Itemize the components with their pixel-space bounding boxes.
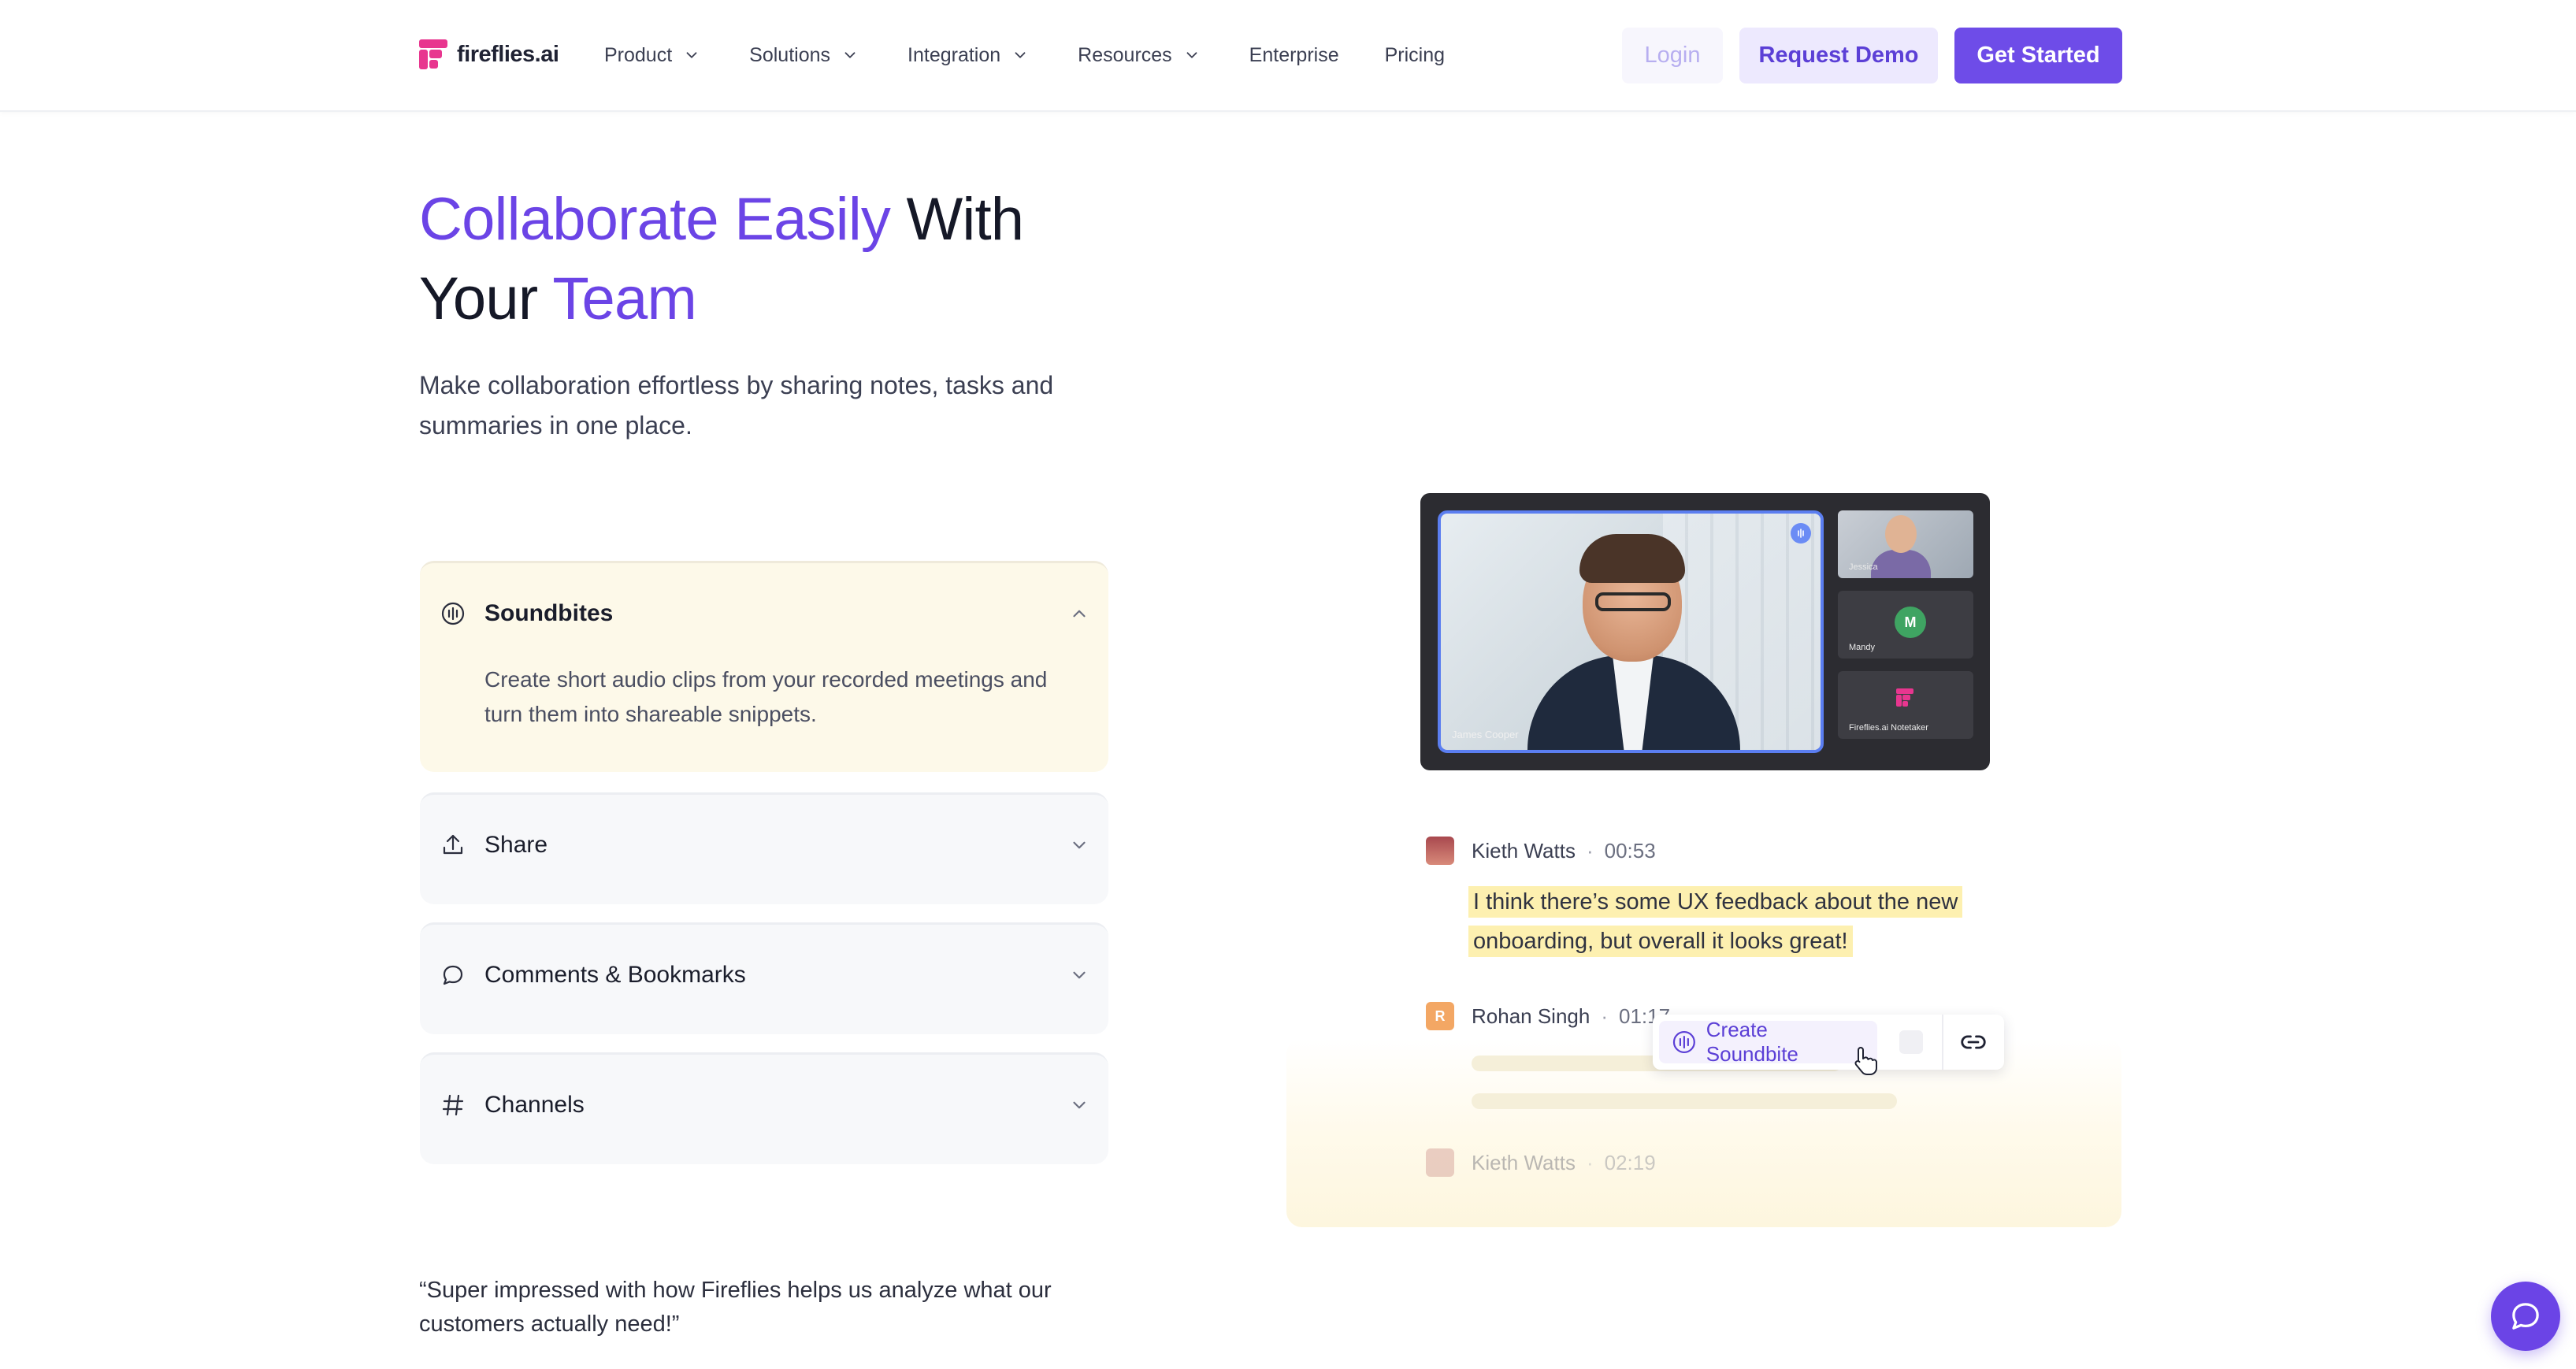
- request-demo-button[interactable]: Request Demo: [1739, 28, 1938, 83]
- toolbar-placeholder: [1899, 1030, 1923, 1054]
- nav-label: Pricing: [1384, 43, 1446, 66]
- feature-share[interactable]: Share: [420, 792, 1108, 904]
- chevron-down-icon: [1186, 52, 1197, 58]
- chevron-down-icon: [1073, 1101, 1086, 1109]
- share-icon: [439, 831, 467, 859]
- nav-integration[interactable]: Integration: [908, 38, 1029, 72]
- avatar: [1426, 1148, 1454, 1177]
- speaker-name: Kieth Watts: [1472, 1150, 1576, 1174]
- hero-title-accent: Team: [552, 265, 696, 332]
- get-started-button[interactable]: Get Started: [1954, 28, 2122, 83]
- feature-title: Comments & Bookmarks: [484, 962, 746, 988]
- nav-solutions[interactable]: Solutions: [749, 38, 859, 72]
- hero-title-text: Your: [419, 265, 553, 332]
- video-call-preview: James Cooper Jessica M Mandy Fireflies.a…: [1420, 493, 1990, 770]
- nav-enterprise[interactable]: Enterprise: [1249, 38, 1339, 72]
- soundbite-icon: [1672, 1030, 1695, 1054]
- chat-widget-button[interactable]: [2491, 1282, 2560, 1351]
- feature-channels[interactable]: Channels: [420, 1052, 1108, 1164]
- chevron-down-icon: [686, 52, 697, 58]
- participant-name: Fireflies.ai Notetaker: [1849, 723, 1928, 733]
- nav-label: Solutions: [749, 43, 831, 66]
- chevron-down-icon: [844, 52, 856, 58]
- create-soundbite-button[interactable]: Create Soundbite: [1659, 1018, 1877, 1066]
- hero-title-text: With: [890, 186, 1024, 253]
- participant-name: Jessica: [1849, 562, 1878, 572]
- brand-name: fireflies.ai: [457, 41, 559, 67]
- chevron-down-icon: [1015, 52, 1026, 58]
- nav-label: Product: [604, 43, 673, 66]
- fireflies-logo-icon: [419, 39, 447, 69]
- brand-logo[interactable]: fireflies.ai: [419, 39, 559, 69]
- chevron-up-icon: [1073, 610, 1086, 618]
- timestamp: 00:53: [1604, 838, 1656, 863]
- feature-header[interactable]: Channels: [439, 1089, 1089, 1121]
- feature-title: Share: [484, 832, 548, 858]
- main-participant-tile: James Cooper: [1438, 510, 1824, 753]
- link-icon: [1961, 1035, 1986, 1049]
- feature-header[interactable]: Share: [439, 829, 1089, 861]
- nav-label: Enterprise: [1249, 43, 1339, 66]
- feature-soundbites[interactable]: Soundbites Create short audio clips from…: [420, 561, 1108, 772]
- nav-label: Resources: [1078, 43, 1172, 66]
- nav-resources[interactable]: Resources: [1078, 38, 1201, 72]
- avatar: R: [1426, 1002, 1454, 1030]
- timestamp: 02:19: [1604, 1150, 1656, 1174]
- nav-product[interactable]: Product: [604, 38, 700, 72]
- login-button[interactable]: Login: [1622, 28, 1723, 83]
- hero-subtitle: Make collaboration effortless by sharing…: [419, 371, 1054, 440]
- chevron-down-icon: [1073, 841, 1086, 849]
- text-placeholder: [1472, 1093, 1897, 1109]
- speaker-name: Kieth Watts: [1472, 838, 1576, 863]
- top-navigation: fireflies.ai Product Solutions Integrati…: [0, 0, 2576, 112]
- feature-header[interactable]: Soundbites: [439, 598, 1089, 629]
- main-menu: Product Solutions Integration Resources …: [604, 38, 1490, 72]
- feature-description: Create short audio clips from your recor…: [484, 667, 1048, 726]
- selection-toolbar: Create Soundbite: [1653, 1015, 2004, 1070]
- copy-link-button[interactable]: [1943, 1015, 2004, 1070]
- chevron-down-icon: [1073, 971, 1086, 979]
- transcript-speaker: Kieth Watts · 02:19: [1426, 1148, 1656, 1177]
- pointer-cursor-icon: [1854, 1047, 1877, 1075]
- feature-header[interactable]: Comments & Bookmarks: [439, 959, 1089, 991]
- feature-title: Channels: [484, 1092, 585, 1118]
- participant-name: Mandy: [1849, 643, 1876, 652]
- hero-title-accent: Collaborate Easily: [419, 186, 891, 253]
- speaker-name: Rohan Singh: [1472, 1004, 1591, 1028]
- participant-tile: Jessica: [1838, 510, 1973, 578]
- transcript-speaker: Kieth Watts · 00:53: [1426, 837, 1656, 865]
- testimonial-quote: “Super impressed with how Fireflies help…: [419, 1278, 1052, 1337]
- feature-title: Soundbites: [484, 600, 614, 626]
- audio-indicator-icon: [1791, 523, 1811, 544]
- participant-name: James Cooper: [1452, 729, 1519, 740]
- chat-icon: [2512, 1303, 2539, 1330]
- button-label: Create Soundbite: [1706, 1018, 1798, 1066]
- participant-tile: M Mandy: [1838, 591, 1973, 659]
- nav-pricing[interactable]: Pricing: [1385, 38, 1445, 72]
- comment-icon: [439, 961, 467, 989]
- hero-title: Collaborate Easily With Your Team: [419, 180, 1128, 339]
- hash-icon: [439, 1091, 467, 1119]
- feature-comments-bookmarks[interactable]: Comments & Bookmarks: [420, 922, 1108, 1034]
- avatar: M: [1895, 607, 1926, 638]
- avatar: [1426, 837, 1454, 865]
- participant-tile: Fireflies.ai Notetaker: [1838, 671, 1973, 739]
- transcript-speaker: R Rohan Singh · 01:17: [1426, 1002, 1670, 1030]
- highlighted-transcript-text[interactable]: I think there’s some UX feedback about t…: [1468, 882, 1988, 961]
- soundbite-icon: [439, 599, 467, 628]
- nav-label: Integration: [908, 43, 1001, 66]
- fireflies-logo-icon: [1896, 688, 1915, 707]
